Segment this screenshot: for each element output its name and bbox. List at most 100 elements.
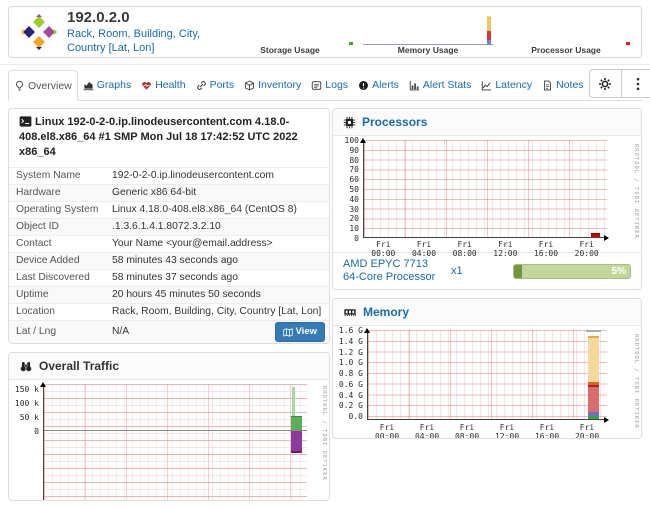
tab-logs[interactable]: Logs [306, 70, 353, 100]
processor-usage-minigraph[interactable]: Processor Usage [497, 9, 635, 57]
cpu-usage-mark [591, 233, 600, 237]
tab-graphs[interactable]: Graphs [78, 70, 136, 100]
cpu-usage-progress-bar: 5% [513, 264, 631, 279]
tick-label: 10 [333, 224, 359, 234]
tab-label: Latency [495, 79, 532, 91]
bar-chart-icon [409, 80, 420, 91]
row-label: Operating System [9, 202, 112, 218]
device-location-link[interactable]: Rack, Room, Building, City, Country [Lat… [67, 27, 221, 55]
tab-health[interactable]: Health [136, 70, 190, 100]
tab-label: Notes [556, 79, 583, 91]
tab-alerts[interactable]: Alerts [353, 70, 404, 100]
y-axis-labels: 1.6 G1.4 G1.2 G1.0 G0.8 G0.6 G0.4 G0.2 G… [333, 326, 363, 423]
cpu-count: x1 [451, 265, 463, 277]
tick-label: 150 k [9, 383, 39, 397]
tick-label: Fri 16:00 [527, 423, 567, 439]
row-value: Linux 4.18.0-408.el8.x86_64 (CentOS 8) [112, 202, 329, 218]
tab-ports[interactable]: Ports [191, 70, 240, 100]
tick-label: Fri 08:00 [447, 423, 487, 439]
processors-header[interactable]: Processors [333, 109, 641, 136]
tick-label: Fri 12:00 [485, 240, 526, 258]
right-column: Processors 1009080706050403020100 Fri 00… [332, 108, 642, 447]
row-label: Contact [9, 236, 112, 252]
exclamation-circle-icon [358, 80, 369, 91]
overall-traffic-header: Overall Traffic [9, 353, 329, 380]
memory-header[interactable]: Memory [333, 299, 641, 326]
traffic-outbound-mark [291, 431, 302, 453]
binoculars-icon [19, 360, 33, 373]
view-map-button[interactable]: View [275, 322, 325, 342]
tick-label: Fri 20:00 [566, 240, 607, 258]
y-axis-labels: 1009080706050403020100 [333, 136, 359, 244]
overall-traffic-graph[interactable]: 150 k100 k50 k0 RRDTOOL / TOBI OETIKER [9, 380, 329, 500]
overall-traffic-panel: Overall Traffic 150 k100 k50 k0 RRDTOOL … [8, 352, 330, 501]
cpu-name-link[interactable]: AMD EPYC 7713 64-Core Processor [343, 258, 443, 284]
tick-label: Fri 08:00 [444, 240, 485, 258]
left-column: Linux 192-0-2-0.ip.linodeusercontent.com… [8, 108, 330, 509]
zero-line [44, 430, 307, 431]
row-label: System Name [9, 168, 112, 184]
storage-usage-minigraph[interactable]: Storage Usage [221, 9, 359, 57]
table-row: Operating System Linux 4.18.0-408.el8.x8… [9, 201, 329, 218]
storage-usage-label: Storage Usage [221, 45, 359, 55]
header-separator [0, 64, 650, 65]
tab-latency[interactable]: Latency [476, 70, 537, 100]
memory-spark-used-segment [487, 31, 491, 40]
tick-label: 0 [333, 234, 359, 244]
system-description: Linux 192-0-2-0.ip.linodeusercontent.com… [9, 109, 329, 167]
system-description-text: Linux 192-0-2-0.ip.linodeusercontent.com… [19, 116, 298, 158]
row-value: 20 hours 45 minutes 50 seconds [112, 287, 329, 303]
tick-label: 50 k [9, 411, 39, 425]
memory-usage-data-mark [487, 16, 491, 45]
table-row: Location Rack, Room, Building, City, Cou… [9, 303, 329, 320]
tab-inventory[interactable]: Inventory [239, 70, 306, 100]
heartbeat-icon [141, 80, 152, 91]
tick-label: Fri 04:00 [407, 423, 447, 439]
tick-label: 0.8 G [333, 369, 363, 380]
file-icon [542, 80, 553, 91]
tick-label: 0.6 G [333, 380, 363, 391]
processors-title: Processors [362, 115, 427, 129]
tick-label: 40 [333, 195, 359, 205]
row-value: .1.3.6.1.4.1.8072.3.2.10 [112, 219, 329, 235]
tab-alert-stats[interactable]: Alert Stats [404, 70, 476, 100]
line-chart-icon [481, 80, 492, 91]
device-title: 192.0.2.0 [67, 9, 221, 27]
device-tab-bar: Overview Graphs Health Ports Inventor [8, 70, 642, 101]
row-value: Generic x86 64-bit [112, 185, 329, 201]
progress-fill [514, 265, 522, 278]
row-label: Location [9, 304, 112, 320]
processor-usage-label: Processor Usage [497, 45, 635, 55]
tick-label: 60 [333, 175, 359, 185]
table-row-lat-lng: Lat / Lng N/A View [9, 320, 329, 343]
terminal-icon [19, 116, 32, 127]
tick-label: Fri 00:00 [363, 240, 404, 258]
memory-graph[interactable]: 1.6 G1.4 G1.2 G1.0 G0.8 G0.6 G0.4 G0.2 G… [333, 326, 641, 438]
memory-usage-minigraph[interactable]: Memory Usage [359, 9, 497, 57]
tick-label: 1.6 G [333, 326, 363, 337]
tab-notes[interactable]: Notes [537, 70, 588, 100]
tick-label: 90 [333, 146, 359, 156]
centos-logo [21, 14, 57, 50]
tick-label: Fri 00:00 [367, 423, 407, 439]
tab-label: Graphs [97, 79, 131, 91]
cube-icon [244, 80, 255, 91]
table-row: Uptime 20 hours 45 minutes 50 seconds [9, 286, 329, 303]
device-header: 192.0.2.0 Rack, Room, Building, City, Co… [8, 6, 642, 58]
row-value: N/A [112, 324, 136, 340]
memory-usage-sparkline [363, 12, 493, 45]
processors-graph[interactable]: 1009080706050403020100 Fri 00:00Fri 04:0… [333, 136, 641, 252]
row-label: Object ID [9, 219, 112, 235]
tab-overview[interactable]: Overview [8, 70, 78, 101]
rrdtool-watermark: RRDTOOL / TOBI OETIKER [633, 144, 639, 239]
memory-icon [343, 306, 357, 319]
tick-label: 1.4 G [333, 337, 363, 348]
kebab-menu-icon [636, 77, 640, 91]
settings-button[interactable] [589, 69, 622, 98]
row-value: Your Name <your@email.address> [112, 236, 329, 252]
tab-label: Inventory [258, 79, 301, 91]
tab-label: Alert Stats [423, 79, 471, 91]
memory-spark-buffers-segment [487, 16, 491, 31]
more-options-button[interactable] [622, 69, 650, 98]
x-axis-labels: Fri 00:00Fri 04:00Fri 08:00Fri 12:00Fri … [367, 423, 607, 439]
